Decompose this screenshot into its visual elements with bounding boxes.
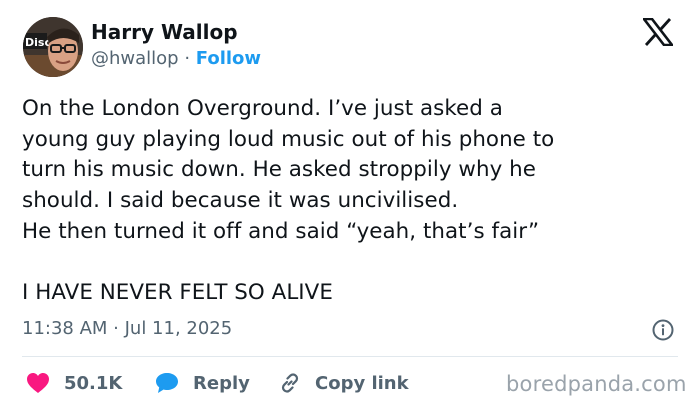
avatar[interactable]: Disc — [23, 17, 83, 77]
copy-link-label: Copy link — [315, 372, 409, 394]
avatar-sign-text: Disc — [25, 36, 51, 49]
author-handle-row: @hwallop · Follow — [91, 48, 261, 69]
handle-separator: · — [178, 48, 196, 69]
follow-button[interactable]: Follow — [196, 48, 261, 69]
like-count: 50.1K — [64, 372, 123, 394]
reply-label: Reply — [193, 372, 250, 394]
author-handle[interactable]: @hwallop — [91, 48, 179, 69]
info-icon[interactable] — [652, 319, 674, 341]
watermark: boredpanda.com — [506, 372, 687, 396]
copy-link-button[interactable]: Copy link — [279, 370, 409, 396]
reply-button[interactable]: Reply — [155, 370, 250, 396]
author-name[interactable]: Harry Wallop — [91, 20, 238, 44]
link-icon — [281, 373, 299, 393]
tweet-card: Disc Harry Wallop @hwallop · Follow On t… — [0, 0, 700, 410]
divider — [22, 356, 678, 357]
x-logo-icon[interactable] — [641, 17, 675, 47]
tweet-text: On the London Overground. I’ve just aske… — [22, 96, 555, 306]
tweet-timestamp[interactable]: 11:38 AM · Jul 11, 2025 — [22, 318, 232, 339]
like-button[interactable]: 50.1K — [26, 370, 122, 396]
speech-bubble-icon — [156, 373, 178, 393]
heart-icon — [27, 373, 49, 393]
